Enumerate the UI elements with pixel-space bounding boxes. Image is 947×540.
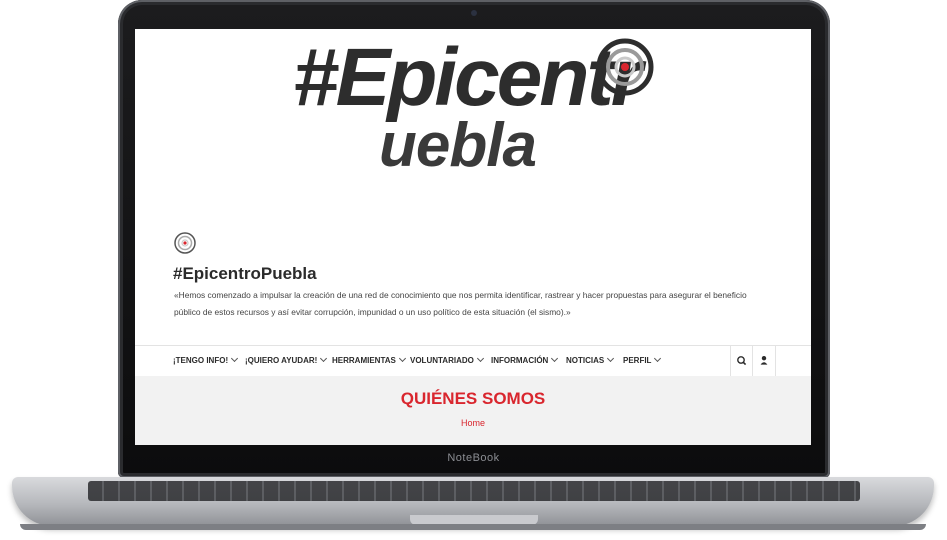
page-title: QUIÉNES SOMOS [400, 389, 546, 408]
nav-item-label: VOLUNTARIADO [410, 356, 474, 365]
nav-item-label: HERRAMIENTAS [332, 356, 396, 365]
nav-item-noticias[interactable]: NOTICIAS [566, 346, 615, 376]
site-icon [174, 232, 196, 254]
site-title[interactable]: #EpicentroPuebla [173, 264, 317, 284]
nav-item-label: INFORMACIÓN [491, 356, 549, 365]
nav-item-label: ¡TENGO INFO! [173, 356, 229, 365]
screen: #Epicentr uebla #EpicentroPuebla «Hemos … [135, 29, 811, 445]
target-icon [596, 38, 654, 96]
account-button[interactable] [752, 346, 776, 376]
nav-item-informacion[interactable]: INFORMACIÓN [491, 346, 559, 376]
nav-item-voluntariado[interactable]: VOLUNTARIADO [410, 346, 484, 376]
nav-item-herramientas[interactable]: HERRAMIENTAS [332, 346, 406, 376]
laptop-brand-label: NoteBook [447, 452, 500, 464]
search-button[interactable] [730, 346, 753, 376]
chevron-down-icon [398, 354, 406, 363]
nav-item-quiero-ayudar[interactable]: ¡QUIERO AYUDAR! [245, 346, 328, 376]
chevron-down-icon [476, 354, 484, 363]
search-icon [737, 356, 747, 366]
logo-line-1: #Epicentr [293, 32, 643, 123]
chevron-down-icon [654, 354, 662, 363]
nav-item-perfil[interactable]: PERFIL [623, 346, 662, 376]
chevron-down-icon [320, 354, 328, 363]
logo-line-2: uebla [379, 111, 537, 180]
user-icon [760, 356, 768, 365]
nav-item-label: PERFIL [623, 356, 652, 365]
nav-item-tengo-info[interactable]: ¡TENGO INFO! [173, 346, 239, 376]
site-description: «Hemos comenzado a impulsar la creación … [174, 290, 747, 317]
main-nav: ¡TENGO INFO! ¡QUIERO AYUDAR! HERRAMIENTA… [135, 345, 811, 377]
nav-item-label: ¡QUIERO AYUDAR! [245, 356, 318, 365]
laptop-base-foot [20, 524, 926, 530]
chevron-down-icon [607, 354, 615, 363]
page-header: QUIÉNES SOMOS Home [135, 376, 811, 445]
breadcrumb-home-link[interactable]: Home [135, 418, 811, 428]
keyboard [88, 481, 860, 501]
nav-item-label: NOTICIAS [566, 356, 605, 365]
chevron-down-icon [231, 354, 239, 363]
camera-icon [471, 10, 477, 16]
chevron-down-icon [551, 354, 559, 363]
